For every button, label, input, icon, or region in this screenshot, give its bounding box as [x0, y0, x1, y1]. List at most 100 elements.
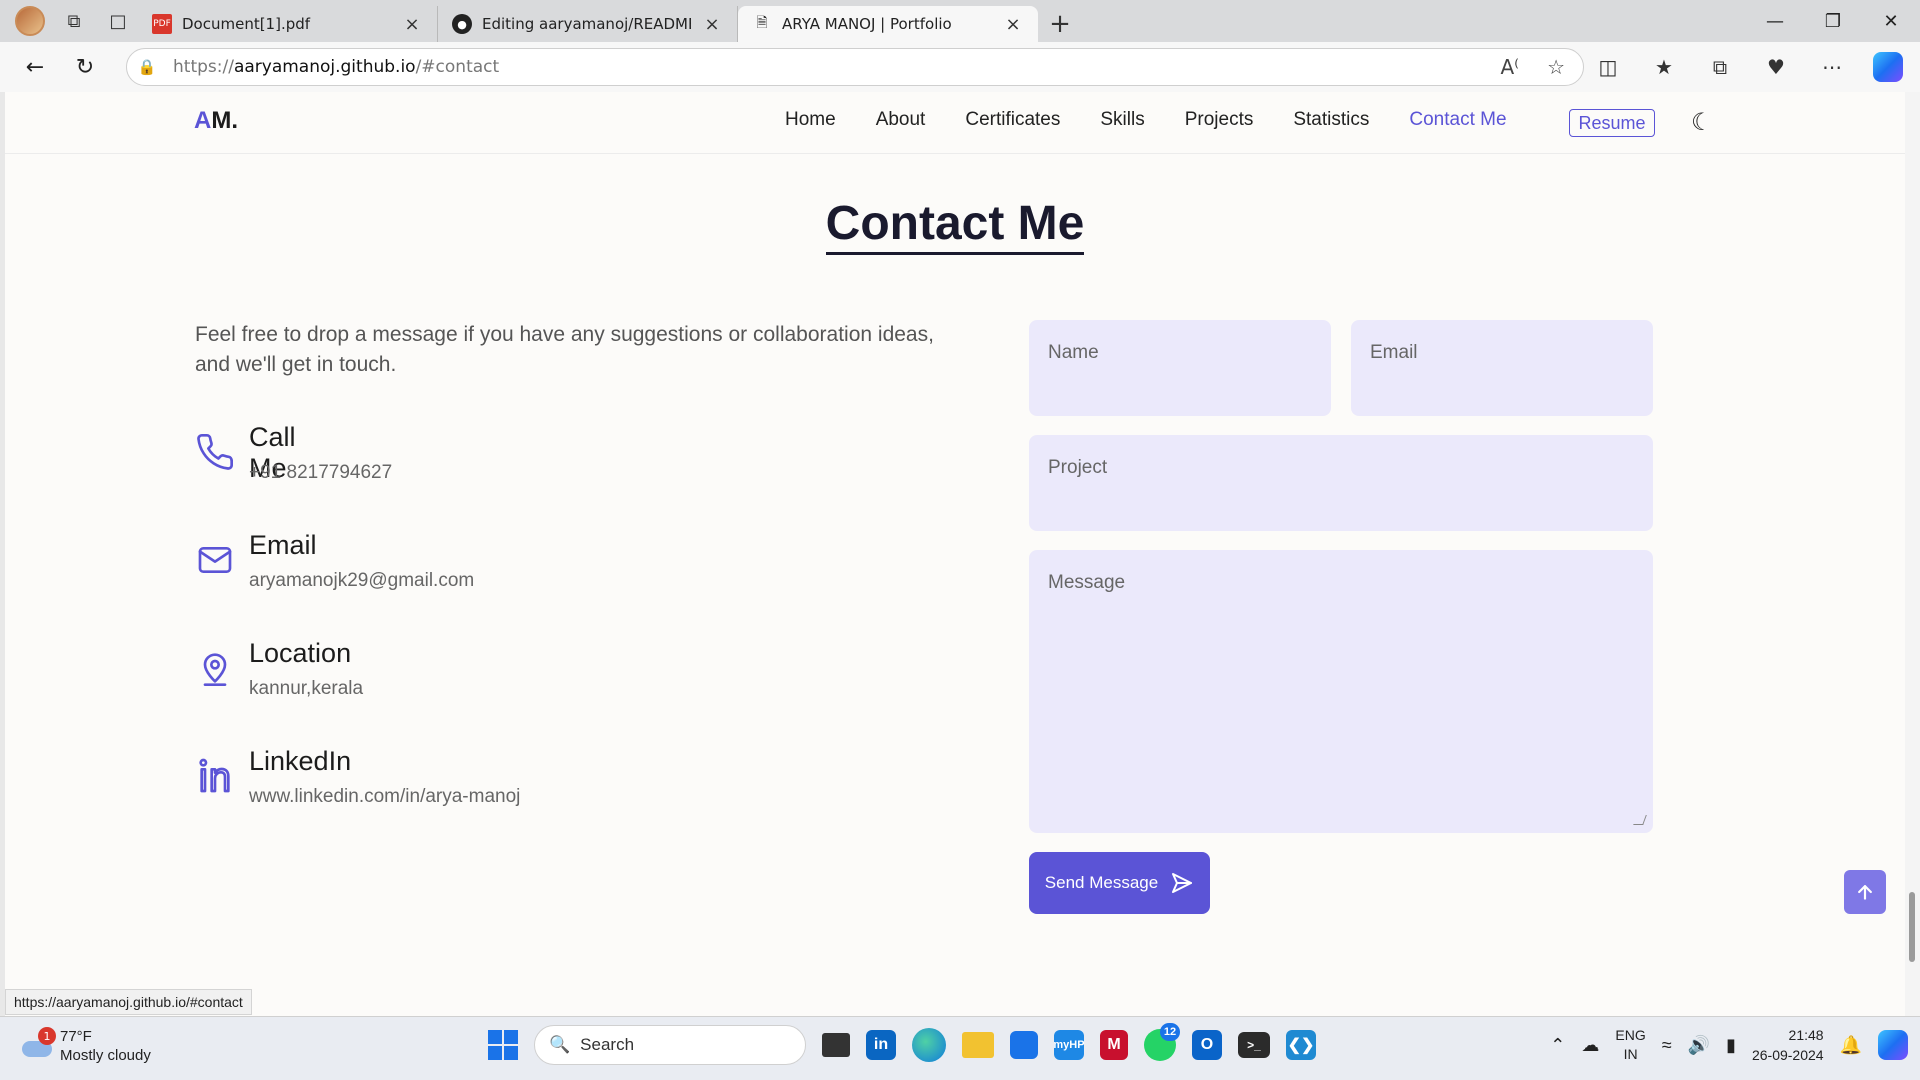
- tab-title: ARYA MANOJ | Portfolio: [782, 15, 952, 33]
- tab-actions: ⧉ □: [0, 0, 138, 42]
- collections-icon[interactable]: ⧉: [1694, 47, 1746, 87]
- github-icon: ●: [452, 14, 472, 34]
- close-icon[interactable]: ×: [1002, 14, 1024, 35]
- restore-icon[interactable]: ❐: [1804, 0, 1862, 42]
- nav-link-home[interactable]: Home: [785, 109, 836, 131]
- resume-button[interactable]: Resume: [1569, 109, 1655, 137]
- web-page: AM. Home About Certificates Skills Proje…: [5, 92, 1905, 1016]
- page-scrollbar[interactable]: [1905, 92, 1920, 1016]
- clock[interactable]: 21:48 26-09-2024: [1752, 1025, 1824, 1065]
- tab-actions-icon[interactable]: □: [98, 3, 138, 39]
- nav-links: Home About Certificates Skills Projects …: [785, 109, 1507, 131]
- edge-app-icon[interactable]: [912, 1028, 946, 1062]
- name-input[interactable]: Name: [1029, 320, 1331, 416]
- scrollbar-thumb[interactable]: [1909, 892, 1915, 962]
- chevron-up-icon[interactable]: ⌃: [1550, 1035, 1565, 1056]
- resize-grip-icon[interactable]: [1633, 815, 1647, 825]
- microsoft-store-icon[interactable]: [1010, 1031, 1038, 1059]
- nav-link-skills[interactable]: Skills: [1100, 109, 1144, 131]
- read-aloud-icon[interactable]: A⁽: [1500, 55, 1519, 79]
- contact-item-value: www.linkedin.com/in/arya-manoj: [249, 786, 521, 807]
- tab-pdf[interactable]: PDF Document[1].pdf ×: [138, 6, 438, 42]
- workspaces-icon[interactable]: ⧉: [54, 3, 94, 39]
- outlook-icon[interactable]: O: [1192, 1030, 1222, 1060]
- search-label: Search: [580, 1035, 635, 1054]
- back-icon[interactable]: ←: [10, 47, 60, 87]
- message-placeholder: Message: [1048, 572, 1126, 593]
- nav-link-contact[interactable]: Contact Me: [1409, 109, 1506, 131]
- profile-avatar[interactable]: [10, 3, 50, 39]
- tab-portfolio[interactable]: 🗎 ARYA MANOJ | Portfolio ×: [738, 6, 1038, 42]
- whatsapp-icon[interactable]: 12: [1144, 1023, 1180, 1061]
- nav-link-statistics[interactable]: Statistics: [1293, 109, 1369, 131]
- copilot-icon[interactable]: [1862, 47, 1914, 87]
- email-input[interactable]: Email: [1351, 320, 1653, 416]
- more-icon[interactable]: ⋯: [1806, 47, 1858, 87]
- pdf-icon: PDF: [152, 14, 172, 34]
- nav-link-about[interactable]: About: [876, 109, 926, 131]
- browser-essentials-icon[interactable]: ♥: [1750, 47, 1802, 87]
- tab-title: Editing aaryamanoj/README.md: [482, 15, 691, 33]
- nav-link-certificates[interactable]: Certificates: [965, 109, 1060, 131]
- search-icon: 🔍: [549, 1035, 571, 1054]
- system-tray: ⌃ ☁ ENG IN ≈ 🔊 ▮ 21:48 26-09-2024 🔔: [1550, 1025, 1908, 1065]
- battery-icon[interactable]: ▮: [1726, 1035, 1736, 1056]
- myhp-icon[interactable]: myHP: [1053, 1030, 1085, 1060]
- linkedin-app-icon[interactable]: in: [866, 1030, 896, 1060]
- notification-bell-icon[interactable]: 🔔: [1840, 1035, 1862, 1056]
- new-tab-button[interactable]: +: [1038, 6, 1082, 42]
- mcafee-icon[interactable]: M: [1100, 1030, 1128, 1060]
- taskbar-apps: 🔍 Search in myHP M 12 O >_ ❮❯: [488, 1023, 1316, 1065]
- tab-github[interactable]: ● Editing aaryamanoj/README.md ×: [438, 6, 738, 42]
- toolbar-right: ◫ ★ ⧉ ♥ ⋯: [1582, 42, 1914, 92]
- refresh-icon[interactable]: ↻: [60, 47, 110, 87]
- weather-description: Mostly cloudy: [60, 1047, 151, 1064]
- close-icon[interactable]: ×: [401, 14, 423, 35]
- contact-item-value: aryamanojk29@gmail.com: [249, 570, 475, 591]
- window-controls: — ❐ ✕: [1746, 0, 1920, 42]
- site-logo[interactable]: AM.: [194, 107, 238, 135]
- project-input[interactable]: Project: [1029, 435, 1653, 531]
- address-bar-actions: A⁽ ☆: [1500, 55, 1565, 79]
- send-message-button[interactable]: Send Message: [1029, 852, 1210, 914]
- split-screen-icon[interactable]: ◫: [1582, 47, 1634, 87]
- browser-toolbar: ← ↻ 🔒 https://aaryamanoj.github.io/#cont…: [0, 42, 1920, 92]
- task-view-icon[interactable]: [822, 1033, 850, 1057]
- nav-link-projects[interactable]: Projects: [1185, 109, 1254, 131]
- message-textarea[interactable]: Message: [1029, 550, 1653, 833]
- whatsapp-badge: 12: [1160, 1023, 1180, 1041]
- language-code: ENG: [1615, 1027, 1646, 1043]
- volume-icon[interactable]: 🔊: [1688, 1035, 1710, 1056]
- terminal-icon[interactable]: >_: [1238, 1032, 1270, 1058]
- scroll-to-top-button[interactable]: [1844, 870, 1886, 914]
- arrow-up-icon: [1858, 885, 1872, 900]
- favorite-star-icon[interactable]: ☆: [1547, 55, 1565, 79]
- address-bar[interactable]: 🔒 https://aaryamanoj.github.io/#contact …: [126, 48, 1584, 86]
- file-explorer-icon[interactable]: [962, 1032, 994, 1058]
- name-placeholder: Name: [1048, 342, 1099, 363]
- taskbar-search[interactable]: 🔍 Search: [534, 1025, 806, 1065]
- close-icon[interactable]: ×: [701, 14, 723, 35]
- language-indicator[interactable]: ENG IN: [1615, 1026, 1645, 1064]
- location-pin-icon: [203, 653, 227, 686]
- phone-icon: [197, 433, 234, 470]
- browser-tab-strip: ⧉ □ PDF Document[1].pdf × ● Editing aary…: [0, 0, 1920, 42]
- minimize-icon[interactable]: —: [1746, 0, 1804, 42]
- tab-title: Document[1].pdf: [182, 15, 311, 33]
- dark-mode-toggle-icon[interactable]: ☾: [1691, 108, 1713, 136]
- page-icon: 🗎: [756, 15, 768, 31]
- onedrive-cloud-icon[interactable]: ☁: [1581, 1035, 1599, 1056]
- email-placeholder: Email: [1370, 342, 1418, 363]
- vscode-icon[interactable]: ❮❯: [1286, 1030, 1316, 1060]
- close-window-icon[interactable]: ✕: [1862, 0, 1920, 42]
- start-windows-icon[interactable]: [488, 1030, 518, 1060]
- mail-icon: [198, 547, 232, 573]
- favorites-icon[interactable]: ★: [1638, 47, 1690, 87]
- contact-item-value: kannur,kerala: [249, 678, 364, 699]
- weather-widget[interactable]: 1 77°F Mostly cloudy: [20, 1027, 151, 1065]
- weather-text: 77°F Mostly cloudy: [60, 1027, 151, 1065]
- lock-icon[interactable]: 🔒: [127, 58, 167, 76]
- wifi-icon[interactable]: ≈: [1662, 1035, 1672, 1056]
- clock-time: 21:48: [1788, 1027, 1824, 1043]
- copilot-taskbar-icon[interactable]: [1878, 1030, 1908, 1060]
